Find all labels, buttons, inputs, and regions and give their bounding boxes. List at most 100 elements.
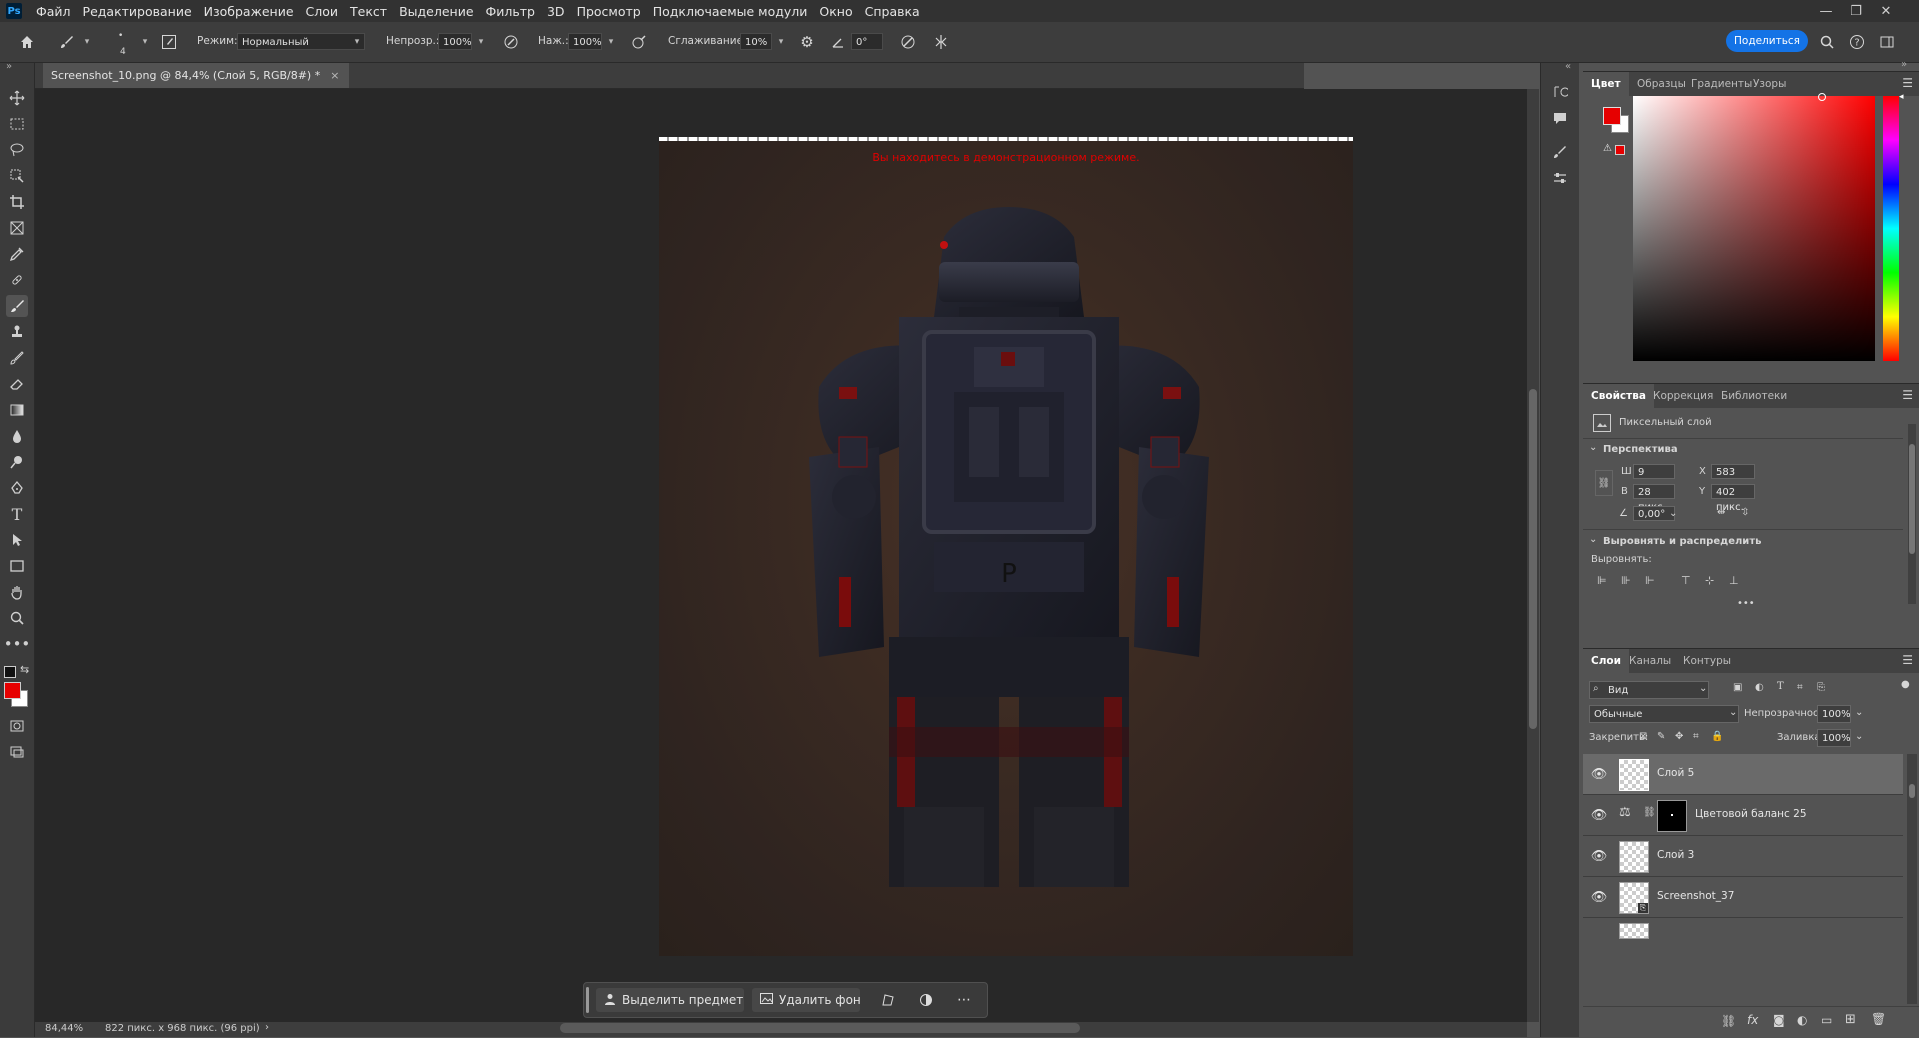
layer-name[interactable]: Слой 5: [1657, 767, 1694, 779]
move-tool-icon[interactable]: [6, 87, 28, 109]
document-canvas[interactable]: Вы находитесь в демонстрационном режиме.: [659, 137, 1353, 956]
workspace-icon[interactable]: [1876, 30, 1898, 54]
minimize-button[interactable]: —: [1811, 0, 1841, 22]
opacity-dropdown[interactable]: ▾: [474, 33, 488, 50]
filter-dropdown-icon[interactable]: ⌄: [1699, 683, 1707, 694]
layers-scroll-thumb[interactable]: [1909, 784, 1915, 798]
transform-section-chevron-icon[interactable]: ⌄: [1589, 442, 1597, 453]
drag-handle[interactable]: [586, 987, 589, 1013]
expand-panels-icon[interactable]: «: [1565, 61, 1571, 72]
hue-slider[interactable]: [1883, 96, 1899, 361]
layers-panel-menu-icon[interactable]: ☰: [1902, 653, 1913, 667]
flip-horizontal-icon[interactable]: ⇹: [1717, 507, 1725, 518]
eyedropper-tool-icon[interactable]: [6, 243, 28, 265]
more-align-options-icon[interactable]: •••: [1737, 598, 1755, 609]
zoom-level[interactable]: 84,44%: [45, 1023, 83, 1034]
comments-panel-icon[interactable]: [1549, 107, 1571, 129]
angle-dropdown-icon[interactable]: ⌄: [1669, 508, 1677, 519]
airbrush-icon[interactable]: [628, 30, 650, 54]
color-field[interactable]: [1633, 96, 1875, 361]
dodge-tool-icon[interactable]: [6, 451, 28, 473]
swap-colors-icon[interactable]: ⇆: [20, 663, 29, 676]
smoothing-dropdown[interactable]: ▾: [774, 33, 788, 50]
align-left-icon[interactable]: ⊫: [1597, 574, 1607, 587]
gamut-color-chip[interactable]: [1615, 145, 1625, 155]
tab-properties[interactable]: Свойства: [1583, 384, 1654, 408]
more-tools-icon[interactable]: •••: [4, 633, 31, 655]
pressure-input[interactable]: 100%: [568, 33, 602, 50]
clone-stamp-tool-icon[interactable]: [6, 321, 28, 343]
adjustment-icon[interactable]: [914, 988, 938, 1012]
object-selection-tool-icon[interactable]: [6, 165, 28, 187]
brush-settings-icon[interactable]: [158, 30, 180, 54]
brush-tool-icon[interactable]: [6, 295, 28, 317]
x-input[interactable]: 583 пикс.: [1711, 464, 1755, 493]
align-section-chevron-icon[interactable]: ⌄: [1589, 534, 1597, 545]
filter-pixel-icon[interactable]: ▣: [1733, 682, 1742, 693]
new-adjustment-icon[interactable]: ◐: [1797, 1013, 1807, 1027]
restore-button[interactable]: ❐: [1841, 0, 1871, 22]
screen-mode-icon[interactable]: [6, 741, 28, 763]
quick-mask-icon[interactable]: [6, 715, 28, 737]
frame-tool-icon[interactable]: [6, 217, 28, 239]
transform-icon[interactable]: [876, 988, 900, 1012]
gear-icon[interactable]: ⚙: [796, 30, 818, 54]
new-group-icon[interactable]: ▭: [1821, 1013, 1832, 1027]
visibility-eye-icon[interactable]: 👁: [1589, 887, 1609, 907]
tab-channels[interactable]: Каналы: [1621, 649, 1679, 673]
foreground-color-chip[interactable]: [1603, 107, 1621, 125]
mask-link-icon[interactable]: ⛓: [1643, 807, 1656, 818]
y-input[interactable]: 402 пикс.: [1711, 484, 1755, 513]
align-bottom-icon[interactable]: ⊥: [1729, 574, 1739, 587]
add-mask-icon[interactable]: ◙: [1773, 1013, 1785, 1027]
color-panel-menu-icon[interactable]: ☰: [1902, 76, 1913, 90]
menu-help[interactable]: Справка: [859, 4, 926, 19]
flip-vertical-icon[interactable]: ⇳: [1741, 507, 1749, 518]
more-options-icon[interactable]: ⋯: [952, 988, 976, 1012]
pen-tool-icon[interactable]: [6, 477, 28, 499]
properties-scroll-thumb[interactable]: [1909, 444, 1915, 554]
vertical-scroll-thumb[interactable]: [1529, 389, 1537, 729]
select-subject-button[interactable]: Выделить предмет: [596, 988, 744, 1012]
menu-image[interactable]: Изображение: [198, 4, 300, 19]
gamut-warning-icon[interactable]: ⚠: [1603, 143, 1612, 154]
type-tool-icon[interactable]: T: [6, 503, 28, 525]
adjustments-panel-icon[interactable]: [1549, 167, 1571, 189]
brush-size-dropdown[interactable]: ▾: [138, 33, 152, 50]
menu-plugins[interactable]: Подключаемые модули: [647, 4, 814, 19]
history-panel-icon[interactable]: [1549, 81, 1571, 103]
filter-type-icon[interactable]: T: [1777, 681, 1784, 692]
layers-scrollbar[interactable]: [1907, 754, 1917, 1004]
brush-settings-panel-icon[interactable]: [1549, 141, 1571, 163]
layer-opacity-input[interactable]: 100%: [1817, 705, 1851, 723]
share-button[interactable]: Поделиться: [1726, 30, 1808, 52]
menu-filter[interactable]: Фильтр: [480, 4, 541, 19]
smoothing-input[interactable]: 10%: [740, 33, 772, 50]
color-picker-handle[interactable]: [1818, 93, 1826, 101]
layer-row[interactable]: 👁 Слой 3: [1583, 836, 1903, 877]
layer-name[interactable]: Цветовой баланс 25: [1695, 808, 1807, 820]
remove-background-button[interactable]: Удалить фон: [752, 988, 861, 1012]
menu-edit[interactable]: Редактирование: [77, 4, 198, 19]
align-middle-v-icon[interactable]: ⊹: [1705, 574, 1714, 587]
lock-paint-icon[interactable]: ✎: [1657, 731, 1665, 742]
lock-transparent-icon[interactable]: ⊠: [1639, 731, 1647, 742]
angle-input[interactable]: 0°: [851, 33, 883, 50]
layer-filter-select[interactable]: Вид: [1589, 681, 1709, 699]
filter-smart-object-icon[interactable]: ⎘: [1817, 682, 1825, 693]
blur-tool-icon[interactable]: [6, 425, 28, 447]
width-input[interactable]: 9 пикс.: [1633, 464, 1675, 493]
lock-artboard-icon[interactable]: ⌗: [1693, 731, 1699, 742]
tab-color[interactable]: Цвет: [1583, 72, 1629, 96]
new-layer-icon[interactable]: ⊞: [1845, 1012, 1856, 1027]
crop-tool-icon[interactable]: [6, 191, 28, 213]
marquee-tool-icon[interactable]: [6, 113, 28, 135]
menu-window[interactable]: Окно: [813, 4, 858, 19]
status-arrow-icon[interactable]: ›: [265, 1022, 269, 1033]
path-selection-tool-icon[interactable]: [6, 529, 28, 551]
layer-blend-mode-select[interactable]: Обычные: [1589, 705, 1739, 723]
menu-3d[interactable]: 3D: [541, 4, 571, 19]
home-icon[interactable]: [16, 30, 38, 54]
foreground-color-swatch[interactable]: [4, 682, 21, 699]
pressure-size-icon[interactable]: [897, 30, 919, 54]
